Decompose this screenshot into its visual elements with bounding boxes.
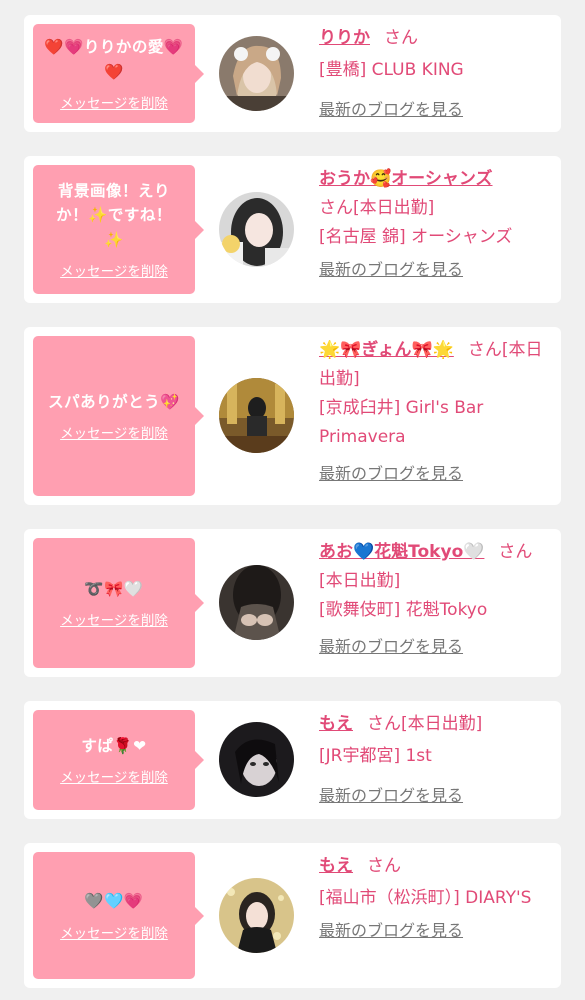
girl-name-link[interactable]: もえ [319, 856, 353, 876]
latest-blog-link[interactable]: 最新のブログを見る [319, 916, 463, 945]
message-card: ➰🎀🤍 メッセージを削除 あお💙花魁Tokyo🤍 さん[本日出勤] [歌舞伎町] … [24, 529, 561, 677]
girl-name-link[interactable]: あお💙花魁Tokyo🤍 [319, 542, 484, 562]
message-bubble: ➰🎀🤍 メッセージを削除 [33, 538, 204, 668]
girl-info: もえ さん[本日出勤] [JR宇都宮] 1st 最新のブログを見る [319, 710, 547, 811]
shop-name: [名古屋 錦] オーシャンズ [319, 227, 513, 247]
message-bubble: すぱ🌹❤ メッセージを削除 [33, 710, 204, 810]
girl-name-link[interactable]: おうか🥰オーシャンズ [319, 165, 547, 194]
message-text: 🩶🩵💗 [84, 892, 144, 911]
delete-message-link[interactable]: メッセージを削除 [60, 922, 168, 942]
message-card: すぱ🌹❤ メッセージを削除 もえ さん[本日出勤] [JR宇都宮] 1st 最新の… [24, 701, 561, 819]
shop-name: [福山市（松浜町）] DIARY'S [319, 888, 532, 908]
delete-message-link[interactable]: メッセージを削除 [60, 422, 168, 442]
message-card: 背景画像！えりか！✨ですね！✨ メッセージを削除 おうか🥰オーシャンズ さん[本… [24, 156, 561, 303]
message-text: 背景画像！えりか！✨ですね！✨ [56, 182, 172, 249]
latest-blog-link[interactable]: 最新のブログを見る [319, 255, 463, 284]
latest-blog-link[interactable]: 最新のブログを見る [319, 459, 463, 488]
girl-info: 🌟🎀ぎょん🎀🌟 さん[本日出勤] [京成臼井] Girl's Bar Primav… [319, 336, 547, 489]
message-bubble: ❤️💗りりかの愛💗❤️ メッセージを削除 [33, 24, 204, 123]
girl-name-link[interactable]: りりか [319, 28, 370, 48]
message-bubble: スパありがとう💖 メッセージを削除 [33, 336, 204, 496]
message-bubble: 背景画像！えりか！✨ですね！✨ メッセージを削除 [33, 165, 204, 294]
avatar[interactable] [219, 878, 294, 953]
message-text: ❤️💗りりかの愛💗❤️ [44, 38, 184, 81]
girl-suffix: さん[本日出勤] [367, 714, 483, 734]
girl-suffix: さん [384, 28, 418, 48]
avatar[interactable] [219, 192, 294, 267]
girl-info: りりか さん [豊橋] CLUB KING 最新のブログを見る [319, 24, 547, 125]
message-bubble: 🩶🩵💗 メッセージを削除 [33, 852, 204, 979]
message-text: すぱ🌹❤ [81, 736, 147, 755]
girl-info: あお💙花魁Tokyo🤍 さん[本日出勤] [歌舞伎町] 花魁Tokyo 最新のブロ… [319, 538, 547, 662]
message-text: スパありがとう💖 [48, 392, 180, 411]
latest-blog-link[interactable]: 最新のブログを見る [319, 95, 463, 124]
avatar[interactable] [219, 36, 294, 111]
latest-blog-link[interactable]: 最新のブログを見る [319, 632, 463, 661]
shop-name: [歌舞伎町] 花魁Tokyo [319, 600, 488, 620]
avatar[interactable] [219, 722, 294, 797]
girl-name-link[interactable]: 🌟🎀ぎょん🎀🌟 [319, 340, 454, 360]
delete-message-link[interactable]: メッセージを削除 [60, 92, 168, 112]
girl-name-link[interactable]: もえ [319, 714, 353, 734]
shop-name: [JR宇都宮] 1st [319, 746, 432, 766]
delete-message-link[interactable]: メッセージを削除 [60, 609, 168, 629]
avatar[interactable] [219, 565, 294, 640]
message-card: ❤️💗りりかの愛💗❤️ メッセージを削除 りりか さん [豊橋] CLUB KIN… [24, 15, 561, 132]
girl-suffix: さん[本日出勤] [319, 198, 435, 218]
girl-info: おうか🥰オーシャンズ さん[本日出勤] [名古屋 錦] オーシャンズ 最新のブロ… [319, 165, 547, 285]
avatar[interactable] [219, 378, 294, 453]
girl-suffix: さん [367, 856, 401, 876]
message-card: スパありがとう💖 メッセージを削除 🌟🎀ぎょん🎀🌟 さん[本日出勤] [京成臼井]… [24, 327, 561, 505]
shop-name: [豊橋] CLUB KING [319, 60, 464, 80]
message-card: 🩶🩵💗 メッセージを削除 もえ さん [福山市（松浜町）] DIARY'S 最新の… [24, 843, 561, 988]
girl-info: もえ さん [福山市（松浜町）] DIARY'S 最新のブログを見る [319, 852, 547, 946]
latest-blog-link[interactable]: 最新のブログを見る [319, 781, 463, 810]
shop-name: [京成臼井] Girl's Bar Primavera [319, 398, 484, 447]
delete-message-link[interactable]: メッセージを削除 [60, 260, 168, 280]
delete-message-link[interactable]: メッセージを削除 [60, 766, 168, 786]
message-text: ➰🎀🤍 [84, 579, 144, 598]
